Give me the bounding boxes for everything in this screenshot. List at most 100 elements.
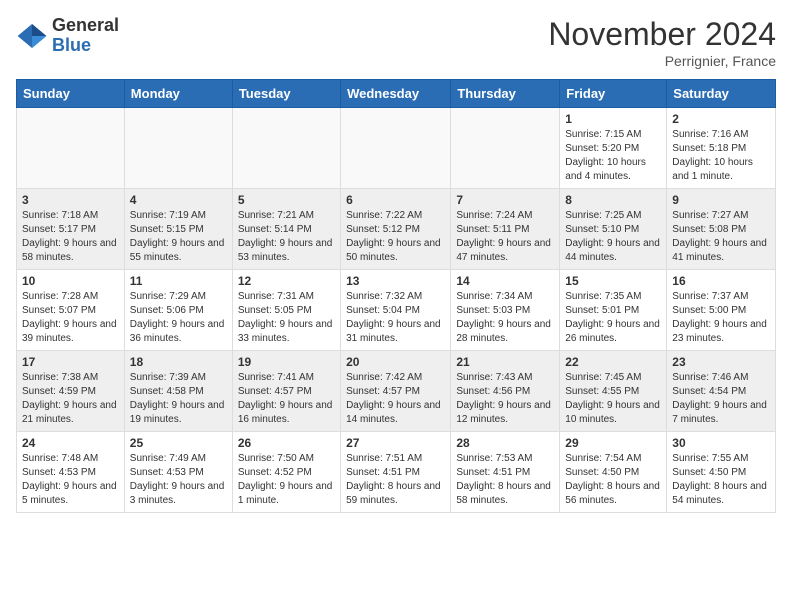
calendar-cell: 29 Sunrise: 7:54 AM Sunset: 4:50 PM Dayli… <box>560 432 667 513</box>
calendar-cell: 25Sunrise: 7:49 AM Sunset: 4:53 PM Dayli… <box>124 432 232 513</box>
day-number: 4 <box>130 193 227 207</box>
day-info: Sunrise: 7:34 AM Sunset: 5:03 PM Dayligh… <box>456 290 554 346</box>
logo-blue: Blue <box>52 35 91 55</box>
day-number: 2 <box>672 112 770 126</box>
calendar-cell <box>341 108 451 189</box>
calendar-cell: 5Sunrise: 7:21 AM Sunset: 5:14 PM Daylig… <box>232 189 340 270</box>
day-info: Sunrise: 7:24 AM Sunset: 5:11 PM Dayligh… <box>456 209 554 265</box>
day-info: Sunrise: 7:37 AM Sunset: 5:00 PM Dayligh… <box>672 290 770 346</box>
day-number: 13 <box>346 274 445 288</box>
calendar-cell: 9 Sunrise: 7:27 AM Sunset: 5:08 PM Daylig… <box>667 189 776 270</box>
calendar-cell: 24 Sunrise: 7:48 AM Sunset: 4:53 PM Dayli… <box>17 432 125 513</box>
day-info: Sunrise: 7:53 AM Sunset: 4:51 PM Dayligh… <box>456 452 554 508</box>
calendar-cell: 30Sunrise: 7:55 AM Sunset: 4:50 PM Dayli… <box>667 432 776 513</box>
weekday-header: Saturday <box>667 80 776 108</box>
day-info: Sunrise: 7:51 AM Sunset: 4:51 PM Dayligh… <box>346 452 445 508</box>
day-info: Sunrise: 7:39 AM Sunset: 4:58 PM Dayligh… <box>130 371 227 427</box>
day-info: Sunrise: 7:18 AM Sunset: 5:17 PM Dayligh… <box>22 209 119 265</box>
logo-general: General <box>52 15 119 35</box>
calendar-cell: 27 Sunrise: 7:51 AM Sunset: 4:51 PM Dayli… <box>341 432 451 513</box>
day-number: 22 <box>565 355 661 369</box>
day-number: 24 <box>22 436 119 450</box>
calendar-cell: 28Sunrise: 7:53 AM Sunset: 4:51 PM Dayli… <box>451 432 560 513</box>
day-info: Sunrise: 7:28 AM Sunset: 5:07 PM Dayligh… <box>22 290 119 346</box>
day-number: 27 <box>346 436 445 450</box>
calendar-week-row: 3 Sunrise: 7:18 AM Sunset: 5:17 PM Daylig… <box>17 189 776 270</box>
day-number: 15 <box>565 274 661 288</box>
day-info: Sunrise: 7:54 AM Sunset: 4:50 PM Dayligh… <box>565 452 661 508</box>
weekday-header: Tuesday <box>232 80 340 108</box>
day-number: 9 <box>672 193 770 207</box>
day-info: Sunrise: 7:50 AM Sunset: 4:52 PM Dayligh… <box>238 452 335 508</box>
day-number: 30 <box>672 436 770 450</box>
day-info: Sunrise: 7:21 AM Sunset: 5:14 PM Dayligh… <box>238 209 335 265</box>
day-number: 16 <box>672 274 770 288</box>
calendar-cell: 23Sunrise: 7:46 AM Sunset: 4:54 PM Dayli… <box>667 351 776 432</box>
day-number: 17 <box>22 355 119 369</box>
day-info: Sunrise: 7:48 AM Sunset: 4:53 PM Dayligh… <box>22 452 119 508</box>
day-number: 10 <box>22 274 119 288</box>
weekday-header: Friday <box>560 80 667 108</box>
day-info: Sunrise: 7:41 AM Sunset: 4:57 PM Dayligh… <box>238 371 335 427</box>
weekday-header-row: SundayMondayTuesdayWednesdayThursdayFrid… <box>17 80 776 108</box>
calendar-week-row: 10 Sunrise: 7:28 AM Sunset: 5:07 PM Dayli… <box>17 270 776 351</box>
day-info: Sunrise: 7:19 AM Sunset: 5:15 PM Dayligh… <box>130 209 227 265</box>
calendar-cell: 6Sunrise: 7:22 AM Sunset: 5:12 PM Daylig… <box>341 189 451 270</box>
calendar-cell: 17 Sunrise: 7:38 AM Sunset: 4:59 PM Dayli… <box>17 351 125 432</box>
calendar-cell: 18 Sunrise: 7:39 AM Sunset: 4:58 PM Dayli… <box>124 351 232 432</box>
page-header: General Blue November 2024 Perrignier, F… <box>16 16 776 69</box>
weekday-header: Sunday <box>17 80 125 108</box>
day-info: Sunrise: 7:27 AM Sunset: 5:08 PM Dayligh… <box>672 209 770 265</box>
calendar-cell: 8Sunrise: 7:25 AM Sunset: 5:10 PM Daylig… <box>560 189 667 270</box>
calendar-table: SundayMondayTuesdayWednesdayThursdayFrid… <box>16 79 776 513</box>
day-info: Sunrise: 7:38 AM Sunset: 4:59 PM Dayligh… <box>22 371 119 427</box>
day-info: Sunrise: 7:45 AM Sunset: 4:55 PM Dayligh… <box>565 371 661 427</box>
day-info: Sunrise: 7:15 AM Sunset: 5:20 PM Dayligh… <box>565 128 661 184</box>
day-info: Sunrise: 7:42 AM Sunset: 4:57 PM Dayligh… <box>346 371 445 427</box>
calendar-cell: 22 Sunrise: 7:45 AM Sunset: 4:55 PM Dayli… <box>560 351 667 432</box>
day-number: 12 <box>238 274 335 288</box>
day-info: Sunrise: 7:43 AM Sunset: 4:56 PM Dayligh… <box>456 371 554 427</box>
calendar-cell: 15 Sunrise: 7:35 AM Sunset: 5:01 PM Dayli… <box>560 270 667 351</box>
calendar-cell: 4 Sunrise: 7:19 AM Sunset: 5:15 PM Daylig… <box>124 189 232 270</box>
day-info: Sunrise: 7:49 AM Sunset: 4:53 PM Dayligh… <box>130 452 227 508</box>
calendar-cell: 16 Sunrise: 7:37 AM Sunset: 5:00 PM Dayli… <box>667 270 776 351</box>
calendar-cell: 7 Sunrise: 7:24 AM Sunset: 5:11 PM Daylig… <box>451 189 560 270</box>
calendar-cell: 10 Sunrise: 7:28 AM Sunset: 5:07 PM Dayli… <box>17 270 125 351</box>
calendar-cell: 3 Sunrise: 7:18 AM Sunset: 5:17 PM Daylig… <box>17 189 125 270</box>
day-number: 18 <box>130 355 227 369</box>
day-info: Sunrise: 7:16 AM Sunset: 5:18 PM Dayligh… <box>672 128 770 184</box>
calendar-cell: 1Sunrise: 7:15 AM Sunset: 5:20 PM Daylig… <box>560 108 667 189</box>
calendar-cell: 13 Sunrise: 7:32 AM Sunset: 5:04 PM Dayli… <box>341 270 451 351</box>
day-info: Sunrise: 7:35 AM Sunset: 5:01 PM Dayligh… <box>565 290 661 346</box>
logo: General Blue <box>16 16 119 56</box>
calendar-cell <box>451 108 560 189</box>
day-number: 21 <box>456 355 554 369</box>
calendar-week-row: 1Sunrise: 7:15 AM Sunset: 5:20 PM Daylig… <box>17 108 776 189</box>
calendar-cell <box>124 108 232 189</box>
calendar-cell: 19 Sunrise: 7:41 AM Sunset: 4:57 PM Dayli… <box>232 351 340 432</box>
calendar-cell: 12Sunrise: 7:31 AM Sunset: 5:05 PM Dayli… <box>232 270 340 351</box>
calendar-cell <box>17 108 125 189</box>
calendar-cell <box>232 108 340 189</box>
weekday-header: Thursday <box>451 80 560 108</box>
day-number: 7 <box>456 193 554 207</box>
day-number: 26 <box>238 436 335 450</box>
day-number: 29 <box>565 436 661 450</box>
logo-text: General Blue <box>52 16 119 56</box>
month-title: November 2024 <box>548 16 776 53</box>
calendar-cell: 2 Sunrise: 7:16 AM Sunset: 5:18 PM Daylig… <box>667 108 776 189</box>
title-area: November 2024 Perrignier, France <box>548 16 776 69</box>
day-number: 8 <box>565 193 661 207</box>
day-info: Sunrise: 7:22 AM Sunset: 5:12 PM Dayligh… <box>346 209 445 265</box>
day-number: 3 <box>22 193 119 207</box>
calendar-week-row: 24 Sunrise: 7:48 AM Sunset: 4:53 PM Dayli… <box>17 432 776 513</box>
calendar-cell: 26 Sunrise: 7:50 AM Sunset: 4:52 PM Dayli… <box>232 432 340 513</box>
weekday-header: Wednesday <box>341 80 451 108</box>
day-number: 14 <box>456 274 554 288</box>
day-number: 19 <box>238 355 335 369</box>
calendar-cell: 11Sunrise: 7:29 AM Sunset: 5:06 PM Dayli… <box>124 270 232 351</box>
day-info: Sunrise: 7:32 AM Sunset: 5:04 PM Dayligh… <box>346 290 445 346</box>
weekday-header: Monday <box>124 80 232 108</box>
calendar-cell: 20Sunrise: 7:42 AM Sunset: 4:57 PM Dayli… <box>341 351 451 432</box>
